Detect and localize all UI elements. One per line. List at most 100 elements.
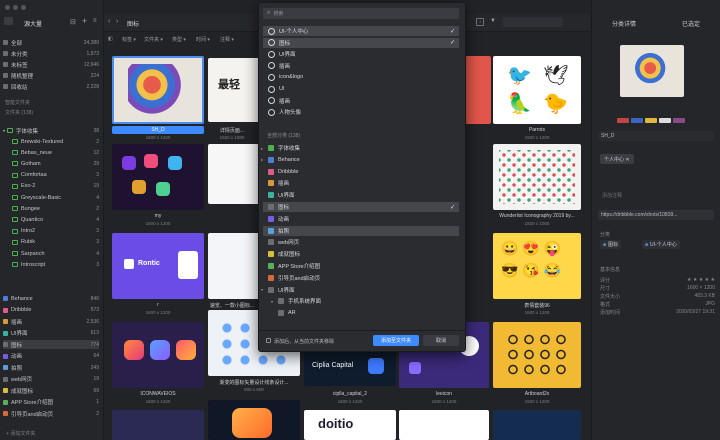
cancel-button[interactable]: 取消 <box>423 335 459 346</box>
filter-chip-item-4[interactable]: 注释 ▾ <box>220 36 234 43</box>
folder-option-item-1[interactable]: ▸ Behance <box>261 155 459 165</box>
close-window-icon[interactable] <box>5 5 10 10</box>
subfolder-item-2[interactable]: Bebas_neue 12 <box>12 148 99 157</box>
back-icon[interactable]: ‹ <box>108 18 110 25</box>
sidebar-group-item-1[interactable]: Dribbble 573 <box>3 306 99 315</box>
subfolder-item-6[interactable]: Greyscale-Basic 4 <box>12 193 99 202</box>
filter-chip-item-1[interactable]: 文件夹 ▾ <box>144 36 163 43</box>
preview-image[interactable] <box>620 45 684 97</box>
selected-action[interactable]: 已选定 <box>682 19 700 28</box>
picker-search-input[interactable]: ⌕ 搜索 <box>263 8 459 19</box>
sidebar-group-item-5[interactable]: 动画 64 <box>3 352 99 361</box>
folder-option-item-4[interactable]: UI界面 <box>263 190 459 200</box>
sidebar-group-item-8[interactable]: 成就图标 69 <box>3 386 99 395</box>
sort-order-icon[interactable]: ↕ <box>476 18 484 26</box>
color-swatch[interactable] <box>617 118 629 123</box>
thumbnail-iconwave[interactable] <box>112 322 204 388</box>
folder-option-item-3[interactable]: 插画 <box>263 178 459 188</box>
folder-option-item-7[interactable]: 拍照 <box>263 225 459 236</box>
color-swatch[interactable] <box>659 118 671 123</box>
thumbnail-name[interactable]: 表情套装96 <box>493 302 581 309</box>
recent-folder-item-3[interactable]: 插画 <box>263 61 459 71</box>
folder-option-item-12[interactable]: ▾ UI界面 <box>261 285 459 295</box>
recent-folder-item-5[interactable]: UI <box>263 84 459 94</box>
zoom-window-icon[interactable] <box>21 5 26 10</box>
expand-arrow-icon[interactable]: ▾ <box>271 299 273 304</box>
add-icon[interactable]: + <box>82 16 87 26</box>
recent-folder-item-6[interactable]: 插画 <box>263 96 459 106</box>
sidebar-group-item-0[interactable]: Behance 846 <box>3 294 99 303</box>
expand-arrow-icon[interactable]: ▾ <box>261 287 263 292</box>
folder-option-item-2[interactable]: Dribbble <box>263 167 459 177</box>
folder-chip-ui[interactable]: ■ UI-个人中心 <box>642 240 680 249</box>
thumbnail-detail-page[interactable]: 最轻 <box>208 58 260 122</box>
folder-option-item-11[interactable]: 引导页and启动页 <box>263 273 459 283</box>
thumbnail-name[interactable]: Parrots <box>493 127 581 133</box>
thumbnail-name[interactable]: 详情页面... <box>204 127 260 134</box>
thumbnail-partial[interactable] <box>399 410 489 440</box>
sidebar-group-item-10[interactable]: 引导页and启动页 2 <box>3 409 99 418</box>
sidebar-item-uncategorized[interactable]: 未分类 1,973 <box>3 49 99 58</box>
color-swatch[interactable] <box>631 118 643 123</box>
url-field[interactable]: https://dribbble.com/shots/10839... <box>598 210 714 220</box>
thumbnail-name[interactable]: r <box>112 302 204 308</box>
thumbnail-partial[interactable] <box>493 410 581 440</box>
recent-folder-item-1[interactable]: 图标 ✓ <box>263 37 459 48</box>
subfolder-item-8[interactable]: Quantico 4 <box>12 215 99 224</box>
subfolder-item-10[interactable]: Rubik 3 <box>12 238 99 247</box>
sort-icon[interactable]: ≡ <box>93 18 97 24</box>
color-swatch[interactable] <box>645 118 657 123</box>
thumbnail-red[interactable] <box>465 56 491 124</box>
sidebar-item-random[interactable]: 随机整理 224 <box>3 71 99 80</box>
recent-folder-item-4[interactable]: icon&logo <box>263 72 459 82</box>
sidebar-group-item-4[interactable]: 图标 774 <box>3 340 99 349</box>
sidebar-group-item-7[interactable]: web网页 19 <box>3 375 99 384</box>
expand-arrow-icon[interactable]: ▸ <box>261 157 263 162</box>
filter-chip-item-0[interactable]: 标签 ▾ <box>122 36 136 43</box>
subfolder-item-4[interactable]: Comfortaa 3 <box>12 171 99 180</box>
subfolder-item-3[interactable]: Gotham 29 <box>12 159 99 168</box>
minimize-window-icon[interactable] <box>13 5 18 10</box>
folder-option-item-5[interactable]: 图标 ✓ <box>263 202 459 212</box>
sidebar-item-trash[interactable]: 回收站 2,228 <box>3 82 99 91</box>
sidebar-group-item-9[interactable]: APP Store介绍图 1 <box>3 398 99 407</box>
sidebar-group-item-3[interactable]: UI界面 613 <box>3 329 99 338</box>
thumbnail-name[interactable]: leeicon <box>399 391 489 397</box>
sidebar-item-all[interactable]: 全部 24,380 <box>3 38 99 47</box>
property-value[interactable]: ★ ★ ★ ★ ★ <box>687 277 715 283</box>
sidebar-item-untagged[interactable]: 未标签 12,946 <box>3 60 99 69</box>
sidebar-toggle-icon[interactable]: ⊟ <box>70 18 76 26</box>
filter-icon[interactable]: ▼ <box>490 18 496 24</box>
folder-chip-icons[interactable]: ■ 图标 <box>600 240 622 249</box>
thumbnail-name[interactable]: 速览、一款小图标... <box>204 302 260 309</box>
thumbnail-name[interactable]: ciplla_capital_2 <box>304 391 396 397</box>
recent-folder-item-7[interactable]: 人物头像 <box>263 107 459 117</box>
thumbnail-wunderlist[interactable] <box>493 144 581 210</box>
library-name[interactable]: 源大量 <box>24 19 42 28</box>
thumbnail-sh-d[interactable] <box>112 56 204 124</box>
filter-toggle-icon[interactable]: ◧ <box>108 36 113 42</box>
filter-chip-item-2[interactable]: 类型 ▾ <box>172 36 186 43</box>
thumbnail-name[interactable]: 渐变的图标矢量设计线条设计... <box>208 379 300 386</box>
folder-option-item-0[interactable]: ▸ 字体收集 <box>261 143 459 153</box>
folder-option-item-8[interactable]: web网页 <box>263 237 459 247</box>
folder-option-item-14[interactable]: AR <box>273 308 459 318</box>
sidebar-group-item-2[interactable]: 插画 2,536 <box>3 317 99 326</box>
thumbnail-emoji[interactable]: 😀😍😜 😎😘😂 <box>493 233 581 299</box>
filename-field[interactable]: SH_D <box>598 131 714 141</box>
recent-folder-item-0[interactable]: UI-个人中心 ✓ <box>263 26 459 36</box>
tag-chip[interactable]: 个人中心 ✕ <box>600 154 634 164</box>
thumbnail-r[interactable]: Rontic <box>112 233 204 299</box>
subfolder-item-9[interactable]: Intro2 3 <box>12 227 99 236</box>
folder-option-item-6[interactable]: 动画 <box>263 214 459 224</box>
folder-option-item-10[interactable]: APP Store介绍图 <box>263 261 459 271</box>
thumbnail-name[interactable]: Artboard2x <box>493 391 581 397</box>
folder-option-item-9[interactable]: 成就图标 <box>263 249 459 259</box>
forward-icon[interactable]: › <box>116 18 118 25</box>
thumbnail-my[interactable] <box>112 144 204 210</box>
thumbnail-small-icons[interactable] <box>208 233 260 299</box>
search-input[interactable] <box>503 17 563 27</box>
subfolder-item-11[interactable]: Sarpanch 4 <box>12 249 99 258</box>
folder-option-item-13[interactable]: ▾ 手机系统界面 <box>271 296 459 306</box>
expand-arrow-icon[interactable]: ▸ <box>261 146 263 151</box>
